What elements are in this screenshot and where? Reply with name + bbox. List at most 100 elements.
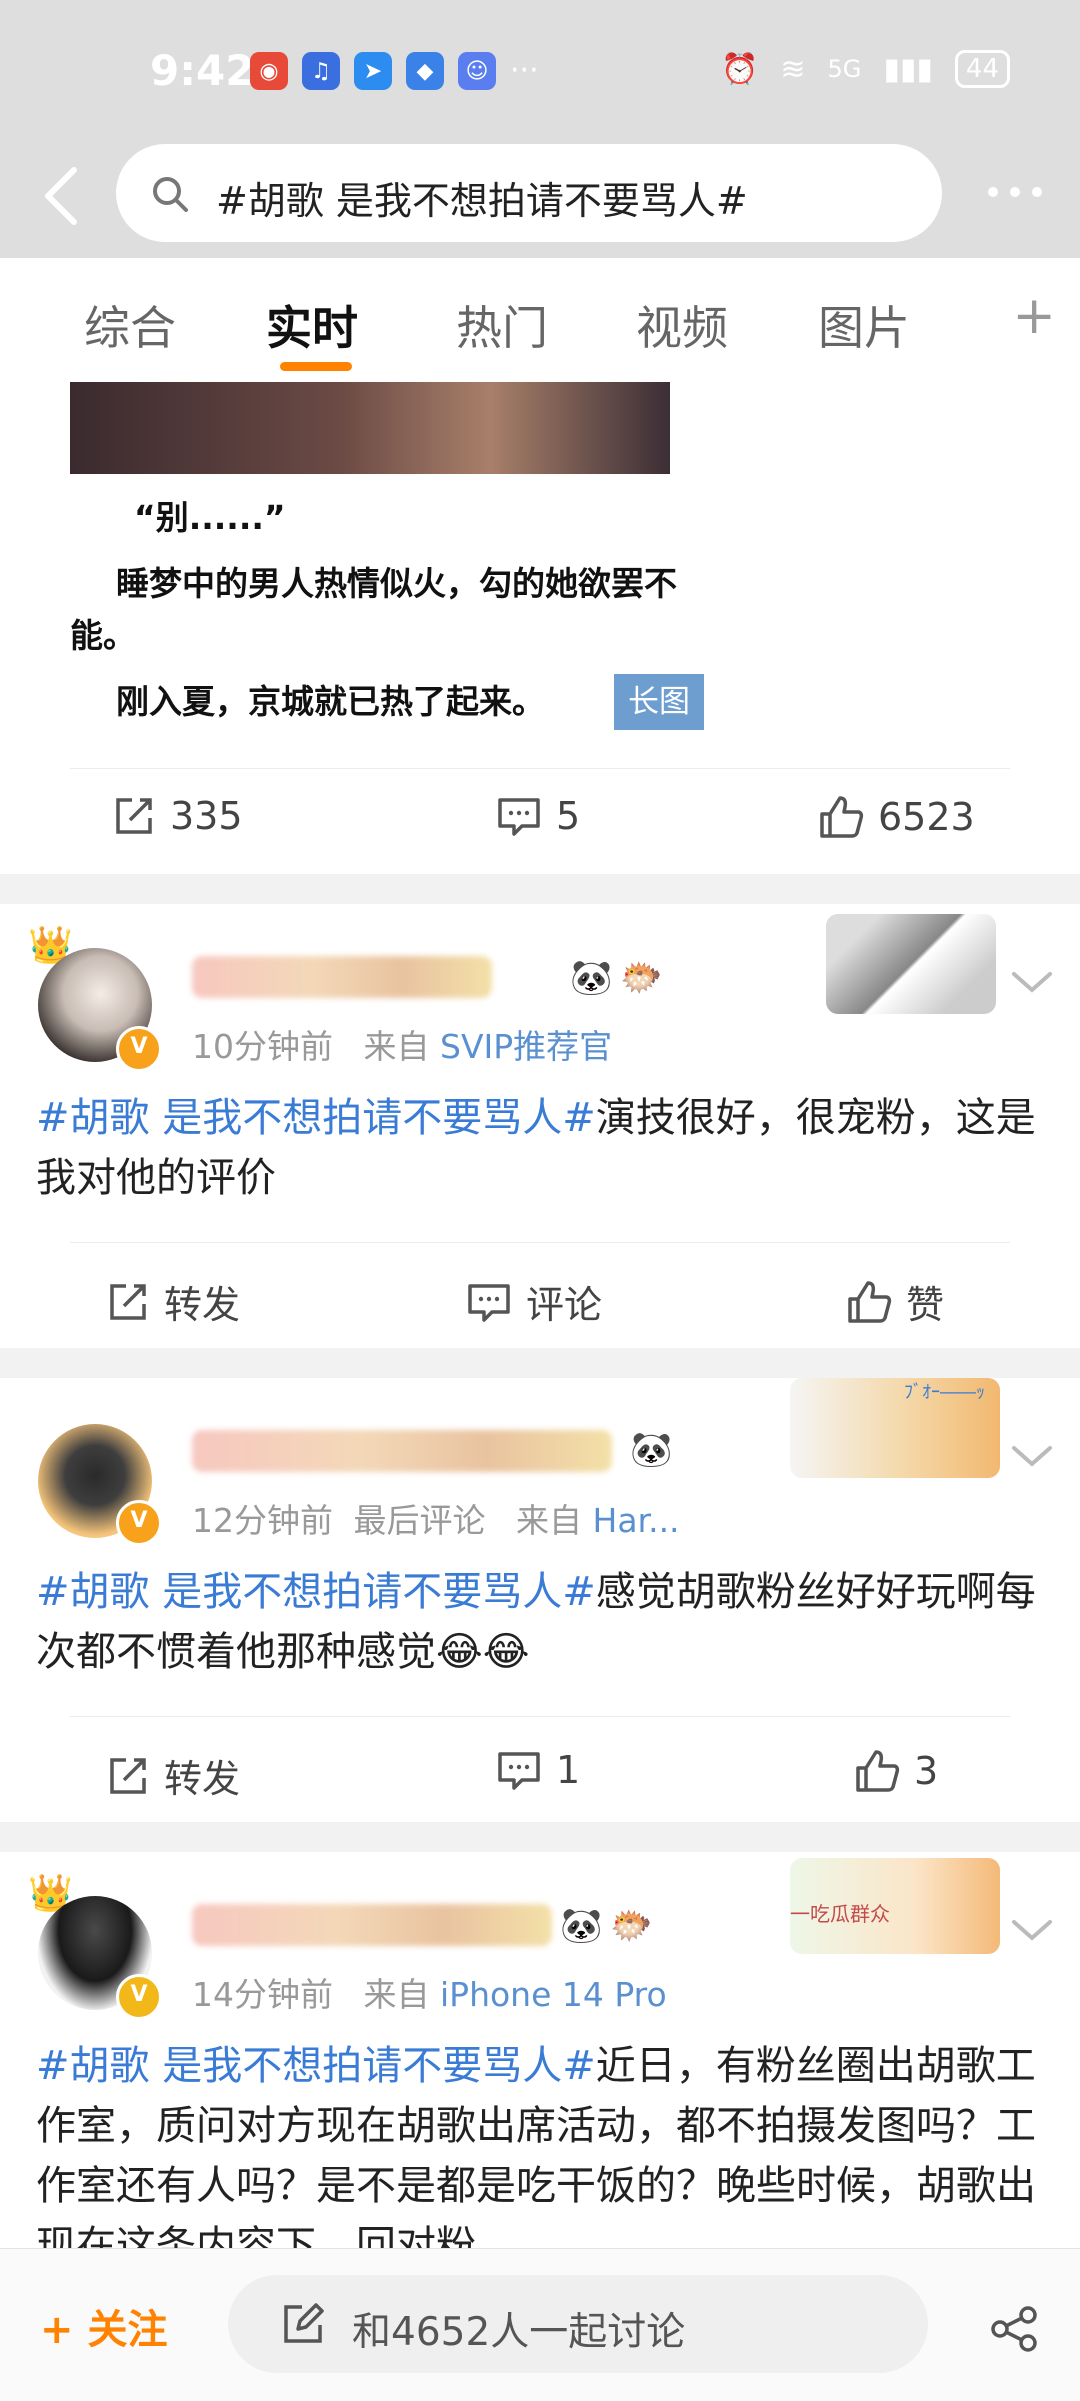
like-count: 6523 <box>878 795 975 839</box>
fish-emoji-icon: 🐡 <box>610 1906 653 1946</box>
decoration-text: ﾌﾞｵｰ――ｯ <box>904 1382 985 1403</box>
comment-icon <box>498 1752 540 1790</box>
panda-emoji-icon: 🐼 <box>560 1906 603 1946</box>
repost-button[interactable]: 转发 <box>106 1748 240 1803</box>
network-type: 5G <box>827 55 862 83</box>
alarm-icon: ⏰ <box>721 51 759 87</box>
tab-realtime[interactable]: 实时 <box>266 292 358 358</box>
long-image-badge: 长图 <box>614 674 704 730</box>
comment-button[interactable]: 5 <box>496 794 580 838</box>
add-tab-button[interactable]: + <box>1012 286 1056 346</box>
like-icon <box>856 1750 900 1792</box>
repost-label: 转发 <box>164 1283 241 1327</box>
repost-button[interactable]: 转发 <box>106 1274 240 1329</box>
tab-comprehensive[interactable]: 综合 <box>84 292 176 358</box>
like-button[interactable]: 6523 <box>818 794 975 840</box>
divider <box>70 1242 1010 1243</box>
comment-icon <box>498 798 540 836</box>
more-button[interactable] <box>978 172 1052 212</box>
edit-icon <box>284 2303 324 2343</box>
hashtag-link[interactable]: #胡歌 是我不想拍请不要骂人# <box>36 2043 596 2089</box>
panda-emoji-icon: 🐼 <box>570 958 613 998</box>
search-bar[interactable]: #胡歌 是我不想拍请不要骂人# <box>116 144 942 242</box>
like-button[interactable]: 赞 <box>846 1274 944 1329</box>
plus-icon: + <box>40 2307 74 2353</box>
image-text-line: “别......” <box>134 498 286 537</box>
decoration-text: 一吃瓜群众 <box>790 1902 890 1926</box>
search-query[interactable]: #胡歌 是我不想拍请不要骂人# <box>216 170 748 225</box>
verified-icon: V <box>116 1500 162 1546</box>
comment-button[interactable]: 1 <box>496 1748 580 1792</box>
signal-icon: ▮▮▮ <box>883 51 933 87</box>
username-blurred[interactable] <box>192 1430 612 1472</box>
post-meta: 10分钟前 来自 SVIP推荐官 <box>192 1020 612 1068</box>
robot-app-icon: ☺ <box>458 52 496 90</box>
weibo-app-icon: ◉ <box>250 52 288 90</box>
follow-button[interactable]: + 关注 <box>40 2297 167 2355</box>
comment-count: 1 <box>556 1748 581 1792</box>
image-text-line: 刚入夏，京城就已热了起来。 <box>116 682 545 721</box>
verified-icon: V <box>116 1974 162 2020</box>
post-card: V 🐼 12分钟前 最后评论 来自 Har... ﾌﾞｵｰ――ｯ #胡歌 是我不… <box>0 1378 1080 1822</box>
comment-button[interactable]: 评论 <box>466 1274 602 1329</box>
search-icon <box>153 177 188 212</box>
shield-app-icon: ◆ <box>406 52 444 90</box>
post-source[interactable]: SVIP推荐官 <box>440 1027 612 1066</box>
repost-icon <box>110 1283 146 1320</box>
post-source[interactable]: iPhone 14 Pro <box>440 1975 667 2014</box>
tab-images[interactable]: 图片 <box>818 292 910 358</box>
username-blurred[interactable] <box>192 956 492 998</box>
comment-label: 评论 <box>526 1283 603 1327</box>
divider <box>70 768 1010 769</box>
hashtag-link[interactable]: #胡歌 是我不想拍请不要骂人# <box>36 1095 596 1141</box>
last-comment-label: 最后评论 <box>353 1501 486 1540</box>
tab-bar: 综合 实时 热门 视频 图片 + <box>0 258 1080 383</box>
like-button[interactable]: 3 <box>854 1748 938 1794</box>
profile-decoration <box>826 914 996 1014</box>
voice-app-icon: ♫ <box>302 52 340 90</box>
tab-hot[interactable]: 热门 <box>456 292 548 358</box>
like-count: 3 <box>914 1749 939 1793</box>
post-source[interactable]: Har... <box>593 1501 680 1540</box>
post-image[interactable] <box>70 382 670 474</box>
username-blurred[interactable] <box>192 1904 552 1946</box>
chevron-down-icon[interactable] <box>1010 968 1054 996</box>
fish-emoji-icon: 🐡 <box>620 958 663 998</box>
share-icon[interactable] <box>988 2303 1040 2355</box>
like-icon <box>848 1280 892 1323</box>
follow-label: 关注 <box>87 2307 168 2353</box>
back-icon <box>45 167 77 225</box>
image-text-line: 睡梦中的男人热情似火，勾的她欲罢不能。 <box>70 564 677 655</box>
repost-icon <box>116 798 152 834</box>
wifi-icon: ≋ <box>780 51 806 87</box>
tab-video[interactable]: 视频 <box>636 292 728 358</box>
like-label: 赞 <box>906 1283 945 1327</box>
like-icon <box>820 796 864 838</box>
more-icon <box>988 187 998 197</box>
repost-button[interactable]: 335 <box>112 794 243 838</box>
notification-icons: ◉ ♫ ➤ ◆ ☺ ··· <box>250 52 539 90</box>
post-time: 10分钟前 <box>192 1027 333 1066</box>
source-prefix: 来自 <box>363 1975 430 2014</box>
repost-icon <box>110 1757 146 1794</box>
comment-icon <box>468 1283 510 1322</box>
post-card: 👑 V 🐼 🐡 14分钟前 来自 iPhone 14 Pro 一吃瓜群众 #胡歌… <box>0 1852 1080 2248</box>
chevron-down-icon[interactable] <box>1010 1916 1054 1944</box>
post-text: #胡歌 是我不想拍请不要骂人#感觉胡歌粉丝好好玩啊每次都不惯着他那种感觉😂😂 <box>36 1562 1046 1682</box>
discuss-input[interactable]: 和4652人一起讨论 <box>228 2275 928 2373</box>
chevron-down-icon[interactable] <box>1010 1442 1054 1470</box>
active-tab-indicator <box>280 362 352 371</box>
post-meta: 12分钟前 最后评论 来自 Har... <box>192 1494 680 1542</box>
discuss-label: 和4652人一起讨论 <box>352 2310 686 2355</box>
post-meta: 14分钟前 来自 iPhone 14 Pro <box>192 1968 667 2016</box>
repost-label: 转发 <box>164 1757 241 1801</box>
comment-count: 5 <box>556 794 581 838</box>
source-prefix: 来自 <box>516 1501 582 1540</box>
back-button[interactable] <box>36 164 92 228</box>
battery-indicator: 44 <box>954 50 1010 88</box>
status-time: 9:42 <box>150 46 255 95</box>
post-text: #胡歌 是我不想拍请不要骂人#演技很好，很宠粉，这是我对他的评价 <box>36 1088 1046 1208</box>
hashtag-link[interactable]: #胡歌 是我不想拍请不要骂人# <box>36 1569 596 1615</box>
verified-icon: V <box>116 1026 162 1072</box>
source-prefix: 来自 <box>363 1027 430 1066</box>
